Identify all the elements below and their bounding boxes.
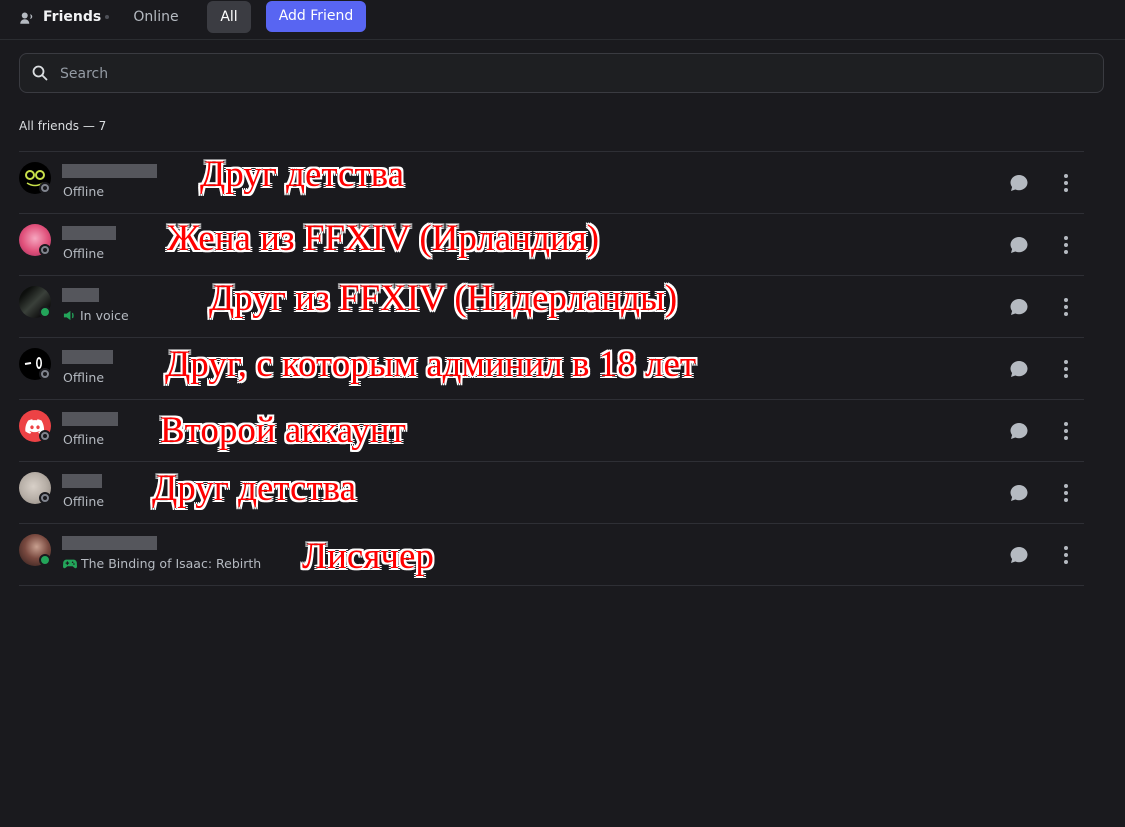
avatar: [19, 472, 51, 504]
chat-bubble-icon: [1010, 299, 1028, 315]
friend-status: Offline: [63, 184, 105, 199]
redacted-username: [62, 412, 118, 426]
friend-status: In voice: [63, 308, 129, 324]
list-end-divider: [19, 585, 1084, 586]
friends-header: Friends Online All Add Friend: [0, 0, 1125, 40]
add-friend-button[interactable]: Add Friend: [266, 1, 366, 32]
status-offline-indicator: [39, 492, 51, 504]
more-vertical-icon: [1064, 298, 1068, 316]
avatar: [19, 410, 51, 442]
more-vertical-icon: [1064, 546, 1068, 564]
redacted-username: [62, 474, 102, 488]
message-button[interactable]: [1005, 169, 1033, 197]
more-options-button[interactable]: [1052, 417, 1080, 445]
redacted-username: [62, 288, 99, 302]
chat-bubble-icon: [1010, 237, 1028, 253]
status-online-indicator: [39, 554, 51, 566]
friend-status-label: In voice: [80, 308, 129, 323]
chat-bubble-icon: [1010, 175, 1028, 191]
message-button[interactable]: [1005, 231, 1033, 259]
friend-row[interactable]: The Binding of Isaac: Rebirth Лисячер: [19, 523, 1084, 585]
redacted-username: [62, 164, 157, 178]
tab-online[interactable]: Online: [124, 2, 188, 32]
message-button[interactable]: [1005, 293, 1033, 321]
friend-annotation: Жена из FFXIV (Ирландия): [167, 218, 600, 259]
friend-status: Offline: [63, 494, 105, 509]
page-title: Friends: [43, 9, 102, 25]
chat-bubble-icon: [1010, 423, 1028, 439]
redacted-username: [62, 536, 157, 550]
status-offline-indicator: [39, 244, 51, 256]
avatar: [19, 162, 51, 194]
more-options-button[interactable]: [1052, 169, 1080, 197]
avatar: [19, 348, 51, 380]
friend-annotation: Друг из FFXIV (Нидерланды): [209, 278, 678, 319]
friend-annotation: Друг детства: [152, 468, 357, 509]
friend-status: Offline: [63, 432, 105, 447]
friends-icon: [20, 12, 33, 24]
more-vertical-icon: [1064, 236, 1068, 254]
gamepad-icon: [63, 559, 77, 569]
chat-bubble-icon: [1010, 361, 1028, 377]
friend-annotation: Друг детства: [200, 154, 405, 195]
more-options-button[interactable]: [1052, 541, 1080, 569]
avatar: [19, 224, 51, 256]
status-offline-indicator: [39, 368, 51, 380]
more-vertical-icon: [1064, 360, 1068, 378]
message-button[interactable]: [1005, 479, 1033, 507]
message-button[interactable]: [1005, 355, 1033, 383]
search-icon: [32, 65, 48, 81]
message-button[interactable]: [1005, 541, 1033, 569]
more-options-button[interactable]: [1052, 231, 1080, 259]
friend-row[interactable]: Offline Друг детства: [19, 461, 1084, 523]
status-offline-indicator: [39, 182, 51, 194]
more-vertical-icon: [1064, 484, 1068, 502]
friend-annotation: Друг, с которым админил в 18 лет: [165, 344, 697, 385]
redacted-username: [62, 350, 113, 364]
search-bar[interactable]: [19, 53, 1104, 94]
friend-status: Offline: [63, 246, 105, 261]
status-offline-indicator: [39, 430, 51, 442]
friend-status: The Binding of Isaac: Rebirth: [63, 556, 261, 572]
friend-activity-label: The Binding of Isaac: Rebirth: [81, 556, 262, 571]
friends-count: All friends — 7: [19, 119, 107, 133]
redacted-username: [62, 226, 116, 240]
friend-row[interactable]: Offline Друг детства: [19, 151, 1084, 213]
friend-row[interactable]: Offline Друг, с которым админил в 18 лет: [19, 337, 1084, 399]
friend-row[interactable]: Offline Жена из FFXIV (Ирландия): [19, 213, 1084, 275]
friend-annotation: Лисячер: [302, 536, 434, 577]
message-button[interactable]: [1005, 417, 1033, 445]
more-vertical-icon: [1064, 174, 1068, 192]
chat-bubble-icon: [1010, 485, 1028, 501]
more-options-button[interactable]: [1052, 355, 1080, 383]
friend-row[interactable]: Offline Второй аккаунт: [19, 399, 1084, 461]
friend-status: Offline: [63, 370, 105, 385]
header-divider-dot: [105, 15, 109, 19]
avatar: [19, 534, 51, 566]
speaker-icon: [63, 310, 74, 321]
status-online-indicator: [39, 306, 51, 318]
friend-annotation: Второй аккаунт: [160, 410, 406, 451]
avatar: [19, 286, 51, 318]
search-input[interactable]: [58, 54, 1092, 94]
friend-row[interactable]: In voice Друг из FFXIV (Нидерланды): [19, 275, 1084, 337]
more-options-button[interactable]: [1052, 293, 1080, 321]
more-vertical-icon: [1064, 422, 1068, 440]
chat-bubble-icon: [1010, 547, 1028, 563]
more-options-button[interactable]: [1052, 479, 1080, 507]
tab-all[interactable]: All: [207, 1, 251, 33]
